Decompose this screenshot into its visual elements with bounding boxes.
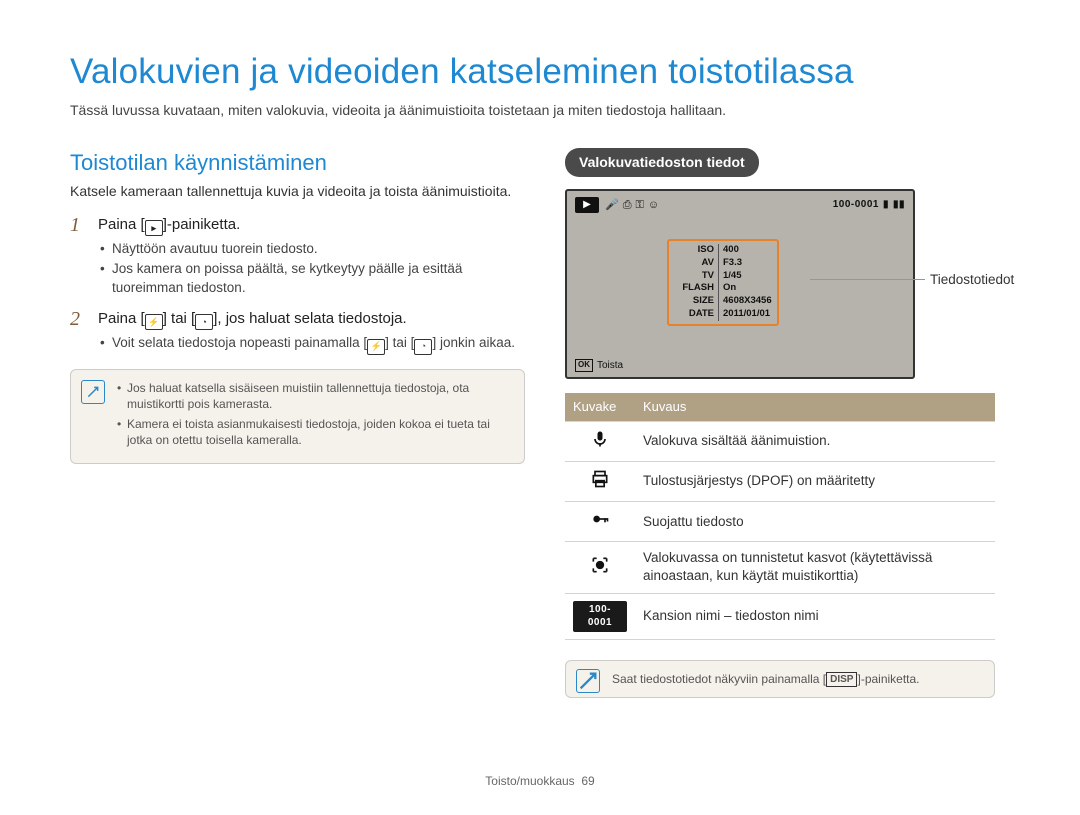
- b2-mid: ] tai [: [385, 335, 414, 350]
- flash-icon: ⚡: [367, 339, 385, 355]
- step2-mid: ] tai [: [163, 310, 196, 327]
- step2-pre: Paina [: [98, 310, 145, 327]
- size-value: 4608X3456: [719, 295, 772, 308]
- step2-post: ], jos haluat selata tiedostoja.: [213, 310, 406, 327]
- step1-post: ]-painiketta.: [163, 216, 241, 233]
- tip-pre: Saat tiedostotiedot näkyviin painamalla …: [612, 672, 826, 686]
- print-icon: [565, 461, 635, 501]
- step1-pre: Paina [: [98, 216, 145, 233]
- step-2-bullets: Voit selata tiedostoja nopeasti painamal…: [70, 334, 525, 355]
- timer-icon: ◔: [195, 314, 213, 330]
- bullet: Voit selata tiedostoja nopeasti painamal…: [100, 334, 525, 355]
- footer-label: Toisto/muokkaus: [485, 774, 574, 788]
- flash-value: On: [719, 282, 736, 295]
- note-box: Jos haluat katsella sisäiseen muistiin t…: [70, 369, 525, 464]
- folder-number-icon: 100-0001: [565, 593, 635, 639]
- table-cell: Tulostusjärjestys (DPOF) on määritetty: [635, 461, 995, 501]
- mic-icon: 🎤: [605, 198, 619, 213]
- note-icon: [81, 380, 105, 404]
- tip-box: Saat tiedostotiedot näkyviin painamalla …: [565, 660, 995, 699]
- page-footer: Toisto/muokkaus 69: [0, 773, 1080, 789]
- tv-value: 1/45: [719, 270, 742, 283]
- step-number: 2: [70, 309, 88, 331]
- table-cell: Kansion nimi – tiedoston nimi: [635, 593, 995, 639]
- camera-screen-figure: ▶ 🎤 ⎙ ⚿ ☺ 100-0001 ▮ ▮▮: [565, 189, 995, 379]
- table-header-desc: Kuvaus: [635, 393, 995, 421]
- disp-icon: DISP: [826, 672, 857, 688]
- mic-icon: [565, 421, 635, 461]
- note-item: Kamera ei toista asianmukaisesti tiedost…: [117, 416, 512, 448]
- table-cell: Valokuvassa on tunnistetut kasvot (käyte…: [635, 542, 995, 593]
- table-row: Valokuvassa on tunnistetut kasvot (käyte…: [565, 542, 995, 593]
- section-intro: Katsele kameraan tallennettuja kuvia ja …: [70, 182, 525, 201]
- step-1: 1 Paina [▸]-painiketta.: [70, 215, 525, 237]
- date-value: 2011/01/01: [719, 308, 770, 321]
- av-label: AV: [674, 257, 719, 270]
- file-info-panel: ISO400 AVF3.3 TV1/45 FLASHOn SIZE4608X34…: [667, 239, 779, 326]
- section-heading: Toistotilan käynnistäminen: [70, 148, 525, 178]
- table-cell: Suojattu tiedosto: [635, 502, 995, 542]
- date-label: DATE: [674, 308, 719, 321]
- table-row: Tulostusjärjestys (DPOF) on määritetty: [565, 461, 995, 501]
- b2-pre: Voit selata tiedostoja nopeasti painamal…: [112, 335, 367, 350]
- playback-mode-icon: ▶: [575, 197, 599, 213]
- step-2-text: Paina [⚡] tai [◔], jos haluat selata tie…: [98, 309, 407, 331]
- step-2: 2 Paina [⚡] tai [◔], jos haluat selata t…: [70, 309, 525, 331]
- page-title: Valokuvien ja videoiden katseleminen toi…: [70, 48, 1020, 95]
- table-header-icon: Kuvake: [565, 393, 635, 421]
- bullet: Jos kamera on poissa päältä, se kytkeyty…: [100, 260, 525, 296]
- intro-text: Tässä luvussa kuvataan, miten valokuvia,…: [70, 101, 1020, 120]
- step-1-bullets: Näyttöön avautuu tuorein tiedosto. Jos k…: [70, 240, 525, 297]
- top-status-icons: 🎤 ⎙ ⚿ ☺: [605, 198, 659, 213]
- note-item: Jos haluat katsella sisäiseen muistiin t…: [117, 380, 512, 412]
- face-icon: ☺: [648, 198, 659, 213]
- card-icon: ▮: [883, 198, 889, 212]
- tv-label: TV: [674, 270, 719, 283]
- toista-label: Toista: [597, 359, 623, 373]
- callout-line: [810, 279, 925, 282]
- timer-icon: ◔: [414, 339, 432, 355]
- flash-label: FLASH: [674, 282, 719, 295]
- screen-bottom-bar: OK Toista: [575, 359, 623, 373]
- table-row: Valokuva sisältää äänimuistion.: [565, 421, 995, 461]
- playback-icon: ▸: [145, 220, 163, 236]
- lock-icon: [565, 502, 635, 542]
- top-right-status: 100-0001 ▮ ▮▮: [833, 198, 905, 212]
- av-value: F3.3: [719, 257, 742, 270]
- table-row: 100-0001 Kansion nimi – tiedoston nimi: [565, 593, 995, 639]
- icon-description-table: Kuvake Kuvaus Valokuva sisältää äänimuis…: [565, 393, 995, 640]
- table-cell: Valokuva sisältää äänimuistion.: [635, 421, 995, 461]
- size-label: SIZE: [674, 295, 719, 308]
- lock-icon: ⚿: [636, 198, 644, 213]
- iso-value: 400: [719, 244, 739, 257]
- footer-page: 69: [581, 774, 594, 788]
- iso-label: ISO: [674, 244, 719, 257]
- camera-screen: ▶ 🎤 ⎙ ⚿ ☺ 100-0001 ▮ ▮▮: [565, 189, 915, 379]
- callout-label: Tiedostotiedot: [930, 271, 1014, 289]
- face-detect-icon: [565, 542, 635, 593]
- ok-icon: OK: [575, 359, 593, 372]
- print-icon: ⎙: [623, 198, 632, 213]
- subsection-pill: Valokuvatiedoston tiedot: [565, 148, 759, 177]
- folder-number: 100-0001: [833, 198, 879, 212]
- bullet: Näyttöön avautuu tuorein tiedosto.: [100, 240, 525, 258]
- note-icon: [576, 669, 600, 693]
- tip-post: ]-painiketta.: [857, 672, 919, 686]
- battery-icon: ▮▮: [893, 198, 905, 212]
- step-number: 1: [70, 215, 88, 237]
- step-1-text: Paina [▸]-painiketta.: [98, 215, 240, 237]
- b2-post: ] jonkin aikaa.: [432, 335, 515, 350]
- table-row: Suojattu tiedosto: [565, 502, 995, 542]
- flash-icon: ⚡: [145, 314, 163, 330]
